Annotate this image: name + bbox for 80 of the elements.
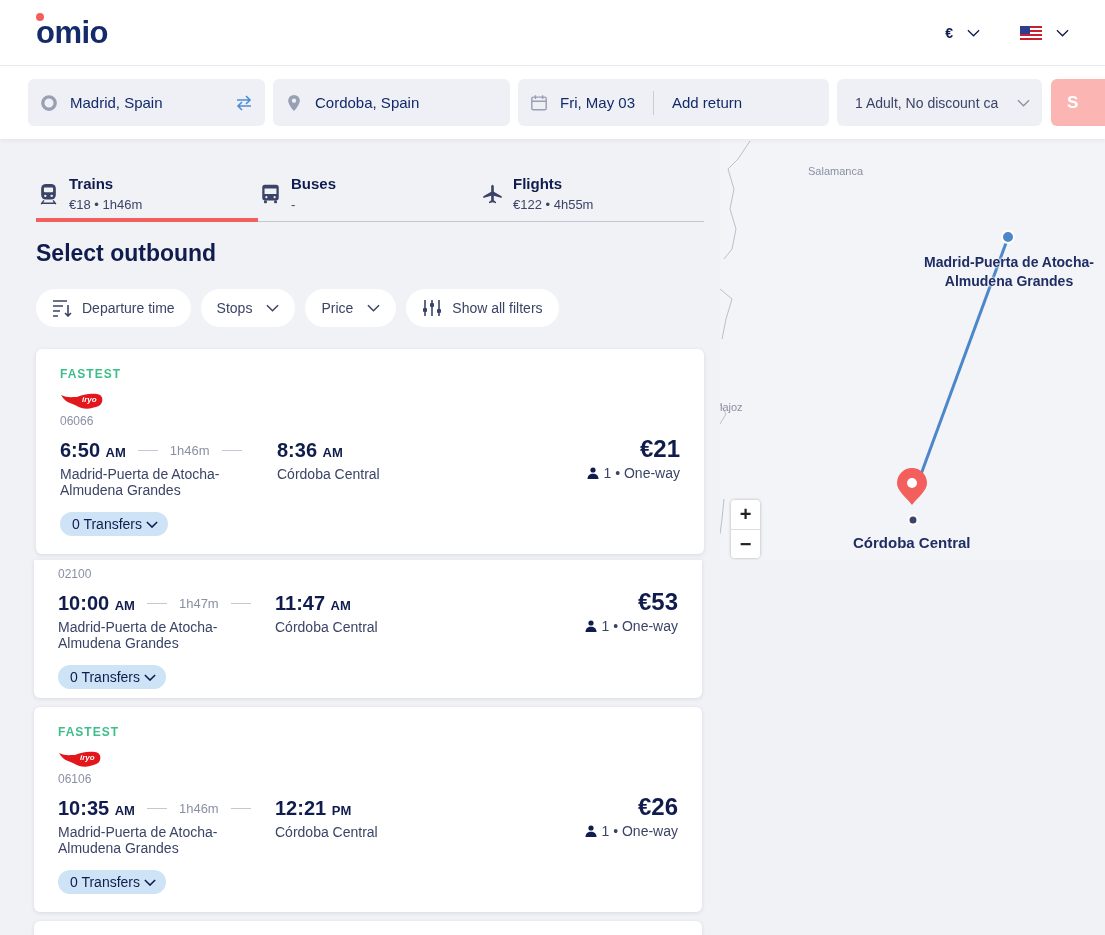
price: €26 xyxy=(636,793,678,821)
return-date-placeholder[interactable]: Add return xyxy=(672,94,743,111)
map-place-label: lajoz xyxy=(720,401,743,413)
plane-icon xyxy=(482,183,503,205)
chevron-down-icon xyxy=(266,304,280,312)
chevron-down-icon xyxy=(967,28,980,37)
passenger-info: 1 • One-way xyxy=(603,465,680,481)
transport-tab[interactable]: Flights €122 • 4h55m xyxy=(480,175,702,222)
departure-time: 6:50 AM xyxy=(60,439,126,462)
arrival-time: 8:36 AM xyxy=(277,439,344,462)
arrival-station: Córdoba Central xyxy=(275,824,379,840)
person-icon xyxy=(584,620,597,632)
passengers-field[interactable]: 1 Adult, No discount ca xyxy=(837,79,1042,126)
chevron-down-icon xyxy=(1056,28,1069,37)
map-place-label: Salamanca xyxy=(808,165,864,177)
transport-tab[interactable]: Buses - xyxy=(258,175,480,222)
circle-icon xyxy=(40,93,58,112)
destination-field[interactable]: Cordoba, Spain xyxy=(273,79,510,126)
passenger-info: 1 • One-way xyxy=(601,823,678,839)
destination-dot xyxy=(907,514,919,526)
zoom-out-button[interactable]: − xyxy=(731,529,760,558)
bus-icon xyxy=(260,183,281,205)
operator-logo: iryo xyxy=(58,749,102,769)
chevron-down-icon xyxy=(144,673,157,681)
transfers-button[interactable]: 0 Transfers xyxy=(60,512,169,536)
departure-station: Madrid-Puerta de Atocha-Almudena Grandes xyxy=(58,824,219,856)
logo[interactable]: omio xyxy=(36,17,109,48)
chevron-down-icon xyxy=(1017,98,1030,107)
departure-time: 10:35 AM xyxy=(58,797,135,820)
page-heading: Select outbound xyxy=(36,240,218,267)
chevron-down-icon xyxy=(144,878,157,886)
transfers-button[interactable]: 0 Transfers xyxy=(58,665,167,689)
train-icon xyxy=(38,183,59,205)
train-number: 06066 xyxy=(60,414,95,428)
logo-dot-icon xyxy=(36,13,44,21)
duration: 1h47m xyxy=(178,596,219,611)
currency-selector[interactable]: € xyxy=(945,24,980,41)
result-card[interactable]: FASTEST iryo 06106 10:35 AM 1h46m 12:21 PM €26 Madrid-Puerta de Atocha-Almudena Grandes Córdoba Central 1 • One-way 0 Transfers xyxy=(34,707,702,912)
transport-tab[interactable]: Trains €18 • 1h46m xyxy=(36,175,258,222)
transfers-button[interactable]: 0 Transfers xyxy=(58,870,167,894)
origin-field[interactable]: Madrid, Spain xyxy=(28,79,265,126)
location-pin-icon xyxy=(285,93,303,112)
sort-icon xyxy=(52,299,72,317)
chevron-down-icon xyxy=(367,304,381,312)
arrival-station: Córdoba Central xyxy=(277,466,381,482)
date-field[interactable]: Fri, May 03 Add return xyxy=(518,79,829,126)
arrival-time: 12:21 PM xyxy=(275,797,353,820)
chevron-down-icon xyxy=(146,520,159,528)
price: €21 xyxy=(638,435,680,463)
duration: 1h46m xyxy=(178,801,219,816)
result-card[interactable]: 02100 10:00 AM 1h47m 11:47 AM €53 Madrid-Puerta de Atocha-Almudena Grandes Córdoba Central 1 • One-way 0 Transfers xyxy=(34,560,702,698)
sliders-icon xyxy=(422,299,443,317)
fastest-label: FASTEST xyxy=(58,725,120,739)
filter-button[interactable]: Departure time xyxy=(36,289,191,327)
filter-button[interactable]: Stops xyxy=(200,289,296,327)
departure-station: Madrid-Puerta de Atocha-Almudena Grandes xyxy=(58,619,219,651)
duration: 1h46m xyxy=(169,443,210,458)
person-icon xyxy=(584,825,597,837)
language-selector[interactable] xyxy=(1020,24,1069,41)
operator-logo: iryo xyxy=(60,391,104,411)
origin-dot xyxy=(1001,230,1015,244)
calendar-icon xyxy=(530,93,548,112)
zoom-in-button[interactable]: + xyxy=(731,500,760,529)
filter-button[interactable]: Show all filters xyxy=(406,289,559,327)
swap-icon[interactable] xyxy=(235,94,253,111)
result-card[interactable]: FASTEST iryo 06066 6:50 AM 1h46m 8:36 AM €21 Madrid-Puerta de Atocha-Almudena Grandes Córdoba Central 1 • One-way 0 Transfers xyxy=(36,349,704,554)
arrival-time: 11:47 AM xyxy=(275,592,352,615)
price: €53 xyxy=(636,588,678,616)
train-number: 06106 xyxy=(58,772,93,786)
flag-icon xyxy=(1020,25,1042,40)
passenger-info: 1 • One-way xyxy=(601,618,678,634)
destination-station-label: Córdoba Central xyxy=(853,534,971,551)
person-icon xyxy=(586,467,599,479)
departure-station: Madrid-Puerta de Atocha-Almudena Grandes xyxy=(60,466,221,498)
location-pin-icon xyxy=(897,468,927,505)
fastest-label: FASTEST xyxy=(60,367,122,381)
train-number: 02100 xyxy=(58,567,93,581)
departure-time: 10:00 AM xyxy=(58,592,135,615)
arrival-station: Córdoba Central xyxy=(275,619,379,635)
filter-button[interactable]: Price xyxy=(305,289,397,327)
